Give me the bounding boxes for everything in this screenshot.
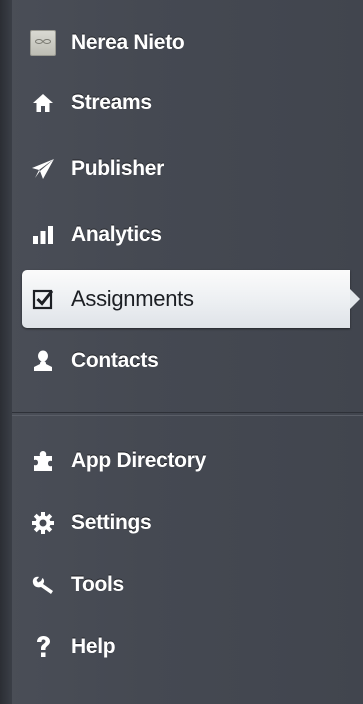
gear-icon xyxy=(30,510,56,536)
wrench-icon xyxy=(30,572,56,598)
nav-item-streams[interactable]: Streams xyxy=(22,74,352,132)
nav-item-label: Nerea Nieto xyxy=(71,31,185,54)
nav-item-settings[interactable]: Settings xyxy=(22,494,352,552)
nav-divider xyxy=(12,412,363,416)
nav-item-app-directory[interactable]: App Directory xyxy=(22,432,352,490)
home-icon xyxy=(30,90,56,116)
nav-item-contacts[interactable]: Contacts xyxy=(22,332,352,390)
nav-item-label: Analytics xyxy=(71,223,162,246)
nav-item-label: Help xyxy=(71,635,116,658)
nav-item-label: Contacts xyxy=(71,349,159,372)
nav-item-tools[interactable]: Tools xyxy=(22,556,352,614)
nav-item-label: Assignments xyxy=(71,286,194,311)
nav-item-label: Streams xyxy=(71,91,152,114)
nav-item-profile[interactable]: Nerea Nieto xyxy=(22,14,352,72)
nav-item-publisher[interactable]: Publisher xyxy=(22,140,352,198)
paper-plane-icon xyxy=(30,156,56,182)
nav-item-assignments[interactable]: Assignments xyxy=(22,270,360,328)
nav-item-label: App Directory xyxy=(71,449,206,472)
puzzle-icon xyxy=(30,448,56,474)
person-icon xyxy=(30,348,56,374)
nav-item-label: Tools xyxy=(71,573,124,596)
question-icon xyxy=(30,634,56,660)
nav-item-analytics[interactable]: Analytics xyxy=(22,206,352,264)
checkbox-icon xyxy=(30,286,56,312)
sidebar-nav: Nerea Nieto Streams Publisher Analytics … xyxy=(0,0,363,704)
active-indicator xyxy=(350,289,360,309)
nav-item-help[interactable]: Help xyxy=(22,618,352,676)
nav-item-label: Settings xyxy=(71,511,152,534)
nav-item-label: Publisher xyxy=(71,157,164,180)
bar-chart-icon xyxy=(30,222,56,248)
avatar xyxy=(30,30,56,56)
